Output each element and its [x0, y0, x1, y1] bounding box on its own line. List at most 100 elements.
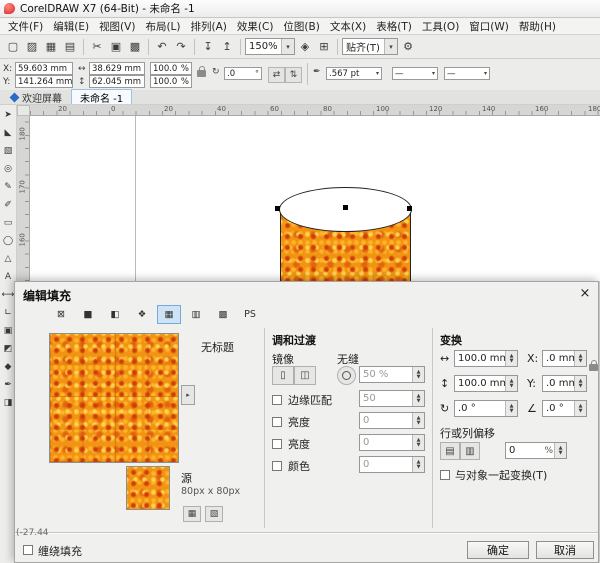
- color-spinner[interactable]: 0 ▲▼: [359, 456, 425, 473]
- spinner-arrows[interactable]: ▲▼: [505, 351, 517, 366]
- paste-icon[interactable]: ▩: [126, 38, 144, 56]
- menu-table[interactable]: 表格(T): [371, 18, 417, 35]
- offset-spinner[interactable]: 0 % ▲▼: [505, 442, 567, 459]
- scale-y-field[interactable]: 100.0 %: [150, 75, 192, 88]
- menu-file[interactable]: 文件(F): [3, 18, 48, 35]
- lock-tile-ratio-icon[interactable]: [589, 364, 598, 371]
- tile-source-icon[interactable]: ▧: [205, 506, 223, 522]
- tile-y-spinner[interactable]: .0 mm ▲▼: [542, 375, 587, 392]
- vector-pattern-fill-icon[interactable]: ❖: [130, 305, 154, 324]
- luminance-checkbox[interactable]: [272, 439, 282, 449]
- welcome-screen-icon[interactable]: ◈: [296, 38, 314, 56]
- tile-width-spinner[interactable]: 100.0 mm ▲▼: [454, 350, 518, 367]
- export-icon[interactable]: ↥: [218, 38, 236, 56]
- snap-to-combo[interactable]: 贴齐(T) ▾: [342, 38, 398, 55]
- postscript-fill-icon[interactable]: PS: [238, 305, 262, 324]
- luminance-spinner[interactable]: 0 ▲▼: [359, 434, 425, 451]
- ruler-origin-button[interactable]: [17, 105, 30, 116]
- object-height-field[interactable]: 62.045 mm: [89, 75, 145, 88]
- spinner-arrows[interactable]: ▲▼: [412, 435, 424, 450]
- redo-icon[interactable]: ↷: [172, 38, 190, 56]
- wrap-fill-checkbox[interactable]: [23, 545, 33, 555]
- zoom-combo[interactable]: 150% ▾: [245, 38, 295, 55]
- new-document-icon[interactable]: ▢: [4, 38, 22, 56]
- menu-view[interactable]: 视图(V): [94, 18, 140, 35]
- mirror-vertical-icon[interactable]: ⇅: [285, 67, 302, 83]
- selection-handle-center[interactable]: [343, 205, 348, 210]
- save-icon[interactable]: ▦: [42, 38, 60, 56]
- open-icon[interactable]: ▨: [23, 38, 41, 56]
- line-style-combo-2[interactable]: — ▾: [444, 67, 490, 80]
- zoom-tool[interactable]: ◎: [1, 162, 16, 175]
- uniform-fill-icon[interactable]: ■: [76, 305, 100, 324]
- brightness-spinner[interactable]: 0 ▲▼: [359, 412, 425, 429]
- selection-handle-left[interactable]: [275, 206, 280, 211]
- column-offset-icon[interactable]: ▥: [460, 442, 480, 460]
- no-fill-icon[interactable]: ⊠: [49, 305, 73, 324]
- rotation-angle-field[interactable]: .0 °: [224, 67, 262, 80]
- edge-match-checkbox[interactable]: [272, 395, 282, 405]
- seamless-radial-button[interactable]: [337, 366, 356, 385]
- copy-icon[interactable]: ▣: [107, 38, 125, 56]
- import-icon[interactable]: ↧: [199, 38, 217, 56]
- tab-welcome-screen[interactable]: 欢迎屏幕: [2, 89, 71, 104]
- menu-layout[interactable]: 布局(L): [140, 18, 185, 35]
- ellipse-tool[interactable]: ◯: [1, 234, 16, 247]
- spinner-arrows[interactable]: ▲▼: [505, 401, 517, 416]
- menu-help[interactable]: 帮助(H): [514, 18, 561, 35]
- tile-grid-icon[interactable]: ▦: [183, 506, 201, 522]
- object-width-field[interactable]: 38.629 mm: [89, 62, 145, 75]
- texture-fill-icon[interactable]: ▩: [211, 305, 235, 324]
- two-color-pattern-fill-icon[interactable]: ▥: [184, 305, 208, 324]
- spinner-arrows[interactable]: ▲▼: [574, 401, 586, 416]
- rotate-spinner[interactable]: .0 ° ▲▼: [454, 400, 518, 417]
- polygon-tool[interactable]: △: [1, 252, 16, 265]
- spinner-arrows[interactable]: ▲▼: [574, 351, 586, 366]
- undo-icon[interactable]: ↶: [153, 38, 171, 56]
- pattern-picker-button[interactable]: ▸: [181, 385, 195, 405]
- spinner-arrows[interactable]: ▲▼: [554, 443, 566, 458]
- fountain-fill-icon[interactable]: ◧: [103, 305, 127, 324]
- spinner-arrows[interactable]: ▲▼: [412, 457, 424, 472]
- color-checkbox[interactable]: [272, 461, 282, 471]
- tile-x-spinner[interactable]: .0 mm ▲▼: [542, 350, 587, 367]
- line-style-combo-1[interactable]: — ▾: [392, 67, 438, 80]
- spinner-arrows[interactable]: ▲▼: [505, 376, 517, 391]
- y-position-field[interactable]: 141.264 mm: [15, 75, 73, 88]
- print-icon[interactable]: ▤: [61, 38, 79, 56]
- menu-tools[interactable]: 工具(O): [417, 18, 464, 35]
- menu-effects[interactable]: 效果(C): [232, 18, 279, 35]
- pick-tool[interactable]: ➤: [1, 108, 16, 121]
- spinner-arrows[interactable]: ▲▼: [412, 391, 424, 406]
- menu-arrange[interactable]: 排列(A): [186, 18, 232, 35]
- tile-height-spinner[interactable]: 100.0 mm ▲▼: [454, 375, 518, 392]
- options-gear-icon[interactable]: ⚙: [399, 38, 417, 56]
- cut-icon[interactable]: ✂: [88, 38, 106, 56]
- mirror-horizontal-icon[interactable]: ⇄: [268, 67, 285, 83]
- spinner-arrows[interactable]: ▲▼: [412, 367, 424, 382]
- application-launcher-icon[interactable]: ⊞: [315, 38, 333, 56]
- pattern-source-thumbnail[interactable]: [126, 466, 170, 510]
- scale-x-field[interactable]: 100.0 %: [150, 62, 192, 75]
- skew-spinner[interactable]: .0 ° ▲▼: [542, 400, 587, 417]
- seamless-spinner[interactable]: 50 % ▲▼: [359, 366, 425, 383]
- mirror-tile-icon[interactable]: ◫: [294, 366, 316, 385]
- lock-ratio-icon[interactable]: [197, 70, 206, 77]
- menu-text[interactable]: 文本(X): [325, 18, 371, 35]
- shape-tool[interactable]: ◣: [1, 126, 16, 139]
- freehand-tool[interactable]: ✎: [1, 180, 16, 193]
- edge-match-spinner[interactable]: 50 ▲▼: [359, 390, 425, 407]
- menu-window[interactable]: 窗口(W): [464, 18, 514, 35]
- brightness-checkbox[interactable]: [272, 417, 282, 427]
- spinner-arrows[interactable]: ▲▼: [574, 376, 586, 391]
- tab-document-untitled-1[interactable]: 未命名 -1: [71, 89, 132, 104]
- row-offset-icon[interactable]: ▤: [440, 442, 460, 460]
- artistic-media-tool[interactable]: ✐: [1, 198, 16, 211]
- mirror-none-icon[interactable]: ▯: [272, 366, 294, 385]
- bitmap-pattern-fill-icon[interactable]: ▦: [157, 305, 181, 324]
- transform-with-object-checkbox[interactable]: [440, 470, 450, 480]
- pattern-preview[interactable]: [49, 333, 179, 463]
- x-position-field[interactable]: 59.603 mm: [15, 62, 73, 75]
- close-icon[interactable]: ×: [577, 285, 593, 301]
- menu-bitmaps[interactable]: 位图(B): [278, 18, 324, 35]
